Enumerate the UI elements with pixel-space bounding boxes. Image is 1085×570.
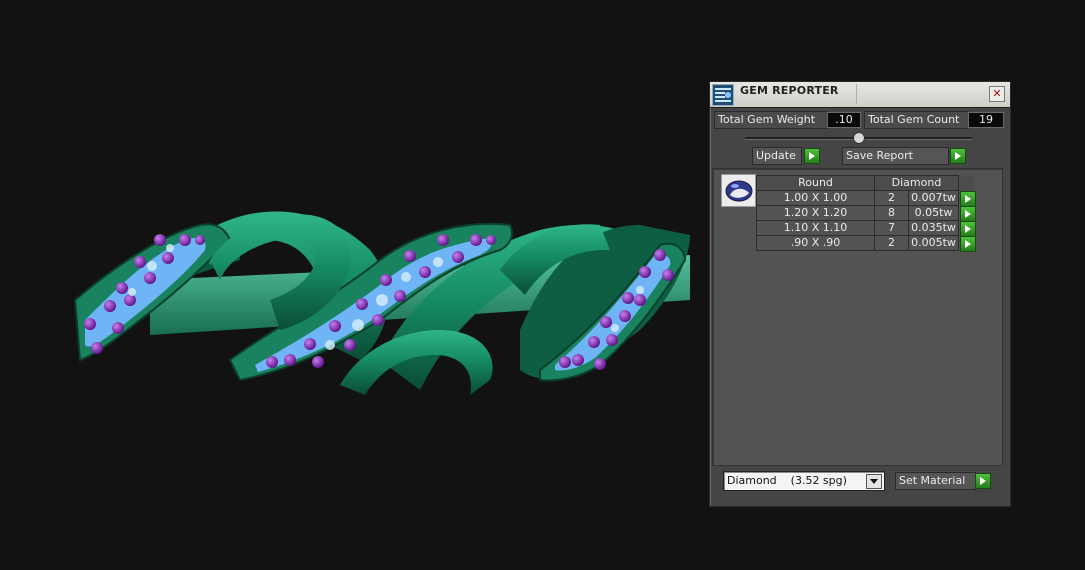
gem-weight: 0.007tw	[908, 190, 959, 206]
slider-handle[interactable]	[853, 132, 865, 144]
material-header: Diamond	[874, 175, 959, 191]
chevron-down-icon[interactable]	[866, 474, 882, 489]
gem-count: 7	[874, 220, 909, 236]
title-divider	[856, 84, 857, 104]
title-bar[interactable]: GEM REPORTER ✕	[710, 82, 1010, 108]
total-gem-count-value: 19	[968, 112, 1004, 128]
total-gem-weight-value: .10	[827, 112, 861, 128]
gem-size: 1.00 X 1.00	[756, 190, 875, 206]
gem-reporter-icon	[712, 84, 734, 106]
window-title: GEM REPORTER	[740, 84, 839, 97]
total-gem-weight-label: Total Gem Weight	[714, 111, 828, 129]
update-button[interactable]: Update	[752, 147, 802, 165]
row-go-icon[interactable]	[960, 190, 976, 207]
total-gem-count-label: Total Gem Count	[864, 111, 969, 129]
row-go-icon[interactable]	[960, 220, 976, 237]
gem-table: Round Diamond 1.00 X 1.00 2 0.007tw 1.20…	[756, 175, 976, 252]
ring-render	[73, 211, 690, 395]
row-go-icon[interactable]	[960, 205, 976, 222]
table-row: .90 X .90 2 0.005tw	[756, 235, 976, 252]
table-row: 1.00 X 1.00 2 0.007tw	[756, 190, 976, 207]
gem-size: 1.20 X 1.20	[756, 205, 875, 221]
save-report-go-icon[interactable]	[950, 148, 966, 164]
table-row: 1.20 X 1.20 8 0.05tw	[756, 205, 976, 222]
gem-count: 2	[874, 235, 909, 251]
gem-weight: 0.05tw	[908, 205, 959, 221]
set-material-button[interactable]: Set Material	[895, 472, 976, 490]
round-gem-icon[interactable]	[721, 174, 756, 207]
material-select[interactable]: Diamond (3.52 spg)	[723, 471, 885, 491]
gem-reporter-panel: GEM REPORTER ✕ Total Gem Weight .10 Tota…	[709, 81, 1011, 507]
material-select-value: Diamond (3.52 spg)	[727, 474, 847, 487]
close-icon[interactable]: ✕	[989, 86, 1005, 102]
gem-report-area: Round Diamond 1.00 X 1.00 2 0.007tw 1.20…	[712, 168, 1003, 466]
shape-header: Round	[756, 175, 875, 191]
gem-weight: 0.035tw	[908, 220, 959, 236]
gem-count: 2	[874, 190, 909, 206]
set-material-go-icon[interactable]	[975, 473, 991, 489]
row-go-icon[interactable]	[960, 235, 976, 252]
update-go-icon[interactable]	[804, 148, 820, 164]
gem-count: 8	[874, 205, 909, 221]
table-row: 1.10 X 1.10 7 0.035tw	[756, 220, 976, 237]
gem-size: 1.10 X 1.10	[756, 220, 875, 236]
gem-weight: 0.005tw	[908, 235, 959, 251]
save-report-button[interactable]: Save Report	[842, 147, 949, 165]
gem-size: .90 X .90	[756, 235, 875, 251]
